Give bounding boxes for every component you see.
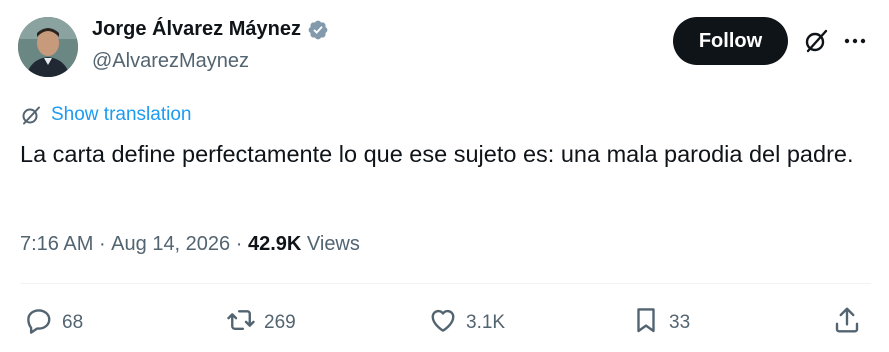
tweet-meta: 7:16 AM · Aug 14, 2026 · 42.9K Views: [20, 233, 360, 256]
reply-icon: [24, 305, 54, 340]
tweet-time[interactable]: 7:16 AM: [20, 233, 93, 256]
reply-count: 68: [62, 311, 84, 333]
bookmark-icon: [631, 305, 661, 340]
like-count: 3.1K: [466, 311, 506, 333]
reply-button[interactable]: 68: [24, 305, 83, 340]
meta-separator: ·: [230, 233, 248, 255]
repost-count: 269: [264, 311, 296, 333]
follow-button[interactable]: Follow: [673, 17, 788, 65]
bookmark-count: 33: [669, 311, 691, 333]
avatar-image: [18, 17, 78, 77]
grok-icon[interactable]: [802, 27, 830, 55]
repost-icon: [226, 305, 256, 340]
author-name-row: Jorge Álvarez Máynez: [92, 18, 329, 41]
share-icon: [832, 305, 862, 340]
show-translation[interactable]: Show translation: [20, 104, 191, 126]
show-translation-link[interactable]: Show translation: [51, 104, 191, 126]
verified-badge-icon[interactable]: [307, 19, 329, 41]
share-button[interactable]: [832, 305, 862, 340]
tweet-text: La carta define perfectamente lo que ese…: [20, 141, 854, 167]
bookmark-button[interactable]: 33: [631, 305, 690, 340]
author-handle[interactable]: @AlvarezMaynez: [92, 50, 249, 73]
tweet-date[interactable]: Aug 14, 2026: [111, 233, 230, 256]
like-button[interactable]: 3.1K: [428, 305, 505, 340]
like-icon: [428, 305, 458, 340]
author-name[interactable]: Jorge Álvarez Máynez: [92, 18, 301, 41]
views-count: 42.9K: [247, 233, 302, 255]
divider: [20, 283, 871, 284]
more-icon[interactable]: [843, 30, 867, 52]
translate-icon: [20, 104, 42, 126]
repost-button[interactable]: 269: [226, 305, 296, 340]
meta-separator: ·: [93, 233, 112, 255]
avatar[interactable]: [18, 17, 78, 77]
views-label: Views: [306, 233, 360, 255]
